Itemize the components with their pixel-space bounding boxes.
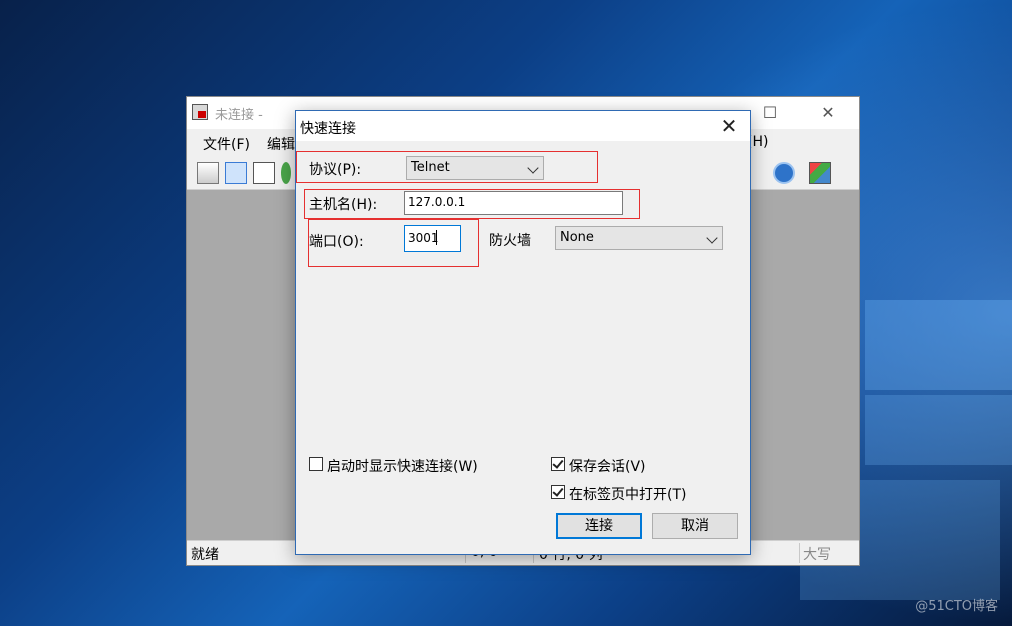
status-ready: 就绪 [191, 547, 219, 563]
chevron-down-icon [706, 232, 718, 244]
options-icon[interactable] [809, 162, 831, 184]
app-icon [192, 104, 208, 120]
quick-connect-dialog: 快速连接 ✕ 协议(P): Telnet 主机名(H): 127.0.0.1 端… [295, 110, 751, 555]
highlight-box [304, 189, 640, 219]
menu-file[interactable]: 文件(F) [203, 134, 250, 154]
save-session-label[interactable]: 保存会话(V) [569, 456, 646, 476]
connect-in-tab-icon[interactable] [253, 162, 275, 184]
app-title: 未连接 - [215, 108, 263, 123]
reconnect-icon[interactable] [281, 162, 291, 184]
close-button[interactable]: ✕ [805, 97, 851, 129]
menu-edit[interactable]: 编辑 [267, 134, 295, 154]
cancel-button[interactable]: 取消 [652, 513, 738, 539]
highlight-box [308, 219, 479, 267]
open-in-tab-label[interactable]: 在标签页中打开(T) [569, 484, 686, 504]
firewall-label: 防火墙 [489, 233, 531, 249]
connect-icon[interactable] [197, 162, 219, 184]
firewall-value: None [560, 230, 594, 245]
firewall-select[interactable]: None [555, 226, 723, 250]
dialog-close-button[interactable]: ✕ [708, 111, 750, 141]
desktop-window-pane [865, 395, 1012, 465]
show-on-startup-label[interactable]: 启动时显示快速连接(W) [327, 456, 478, 476]
maximize-button[interactable]: ☐ [747, 97, 793, 129]
open-in-tab-checkbox[interactable] [551, 485, 565, 499]
quick-connect-icon[interactable] [225, 162, 247, 184]
highlight-box [296, 151, 598, 183]
status-caps: 大写 [803, 547, 831, 563]
save-session-checkbox[interactable] [551, 457, 565, 471]
help-icon[interactable] [773, 162, 795, 184]
dialog-title: 快速连接 [300, 121, 356, 137]
connect-button[interactable]: 连接 [556, 513, 642, 539]
watermark: @51CTO博客 [915, 599, 998, 614]
dialog-titlebar: 快速连接 ✕ [296, 111, 750, 141]
show-on-startup-checkbox[interactable] [309, 457, 323, 471]
status-separator [799, 543, 800, 563]
desktop-window-pane [865, 300, 1012, 390]
